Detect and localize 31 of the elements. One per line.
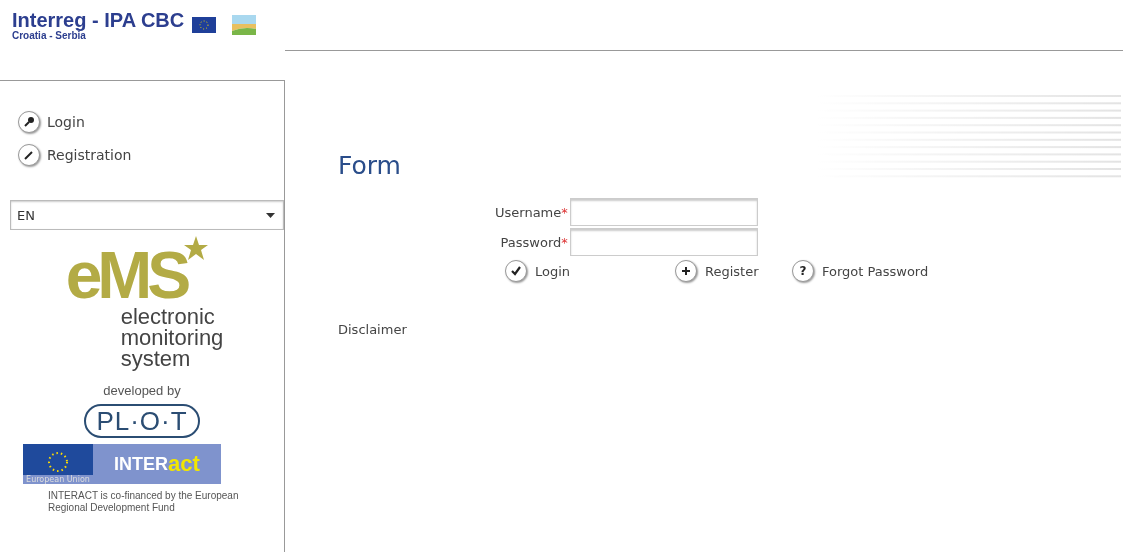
logo-tagline: electronic [120, 306, 216, 327]
landscape-flag-icon [232, 15, 257, 35]
pencil-icon [18, 143, 40, 166]
key-icon [18, 110, 40, 133]
action-link[interactable]: ? Forgot Password [792, 260, 952, 282]
logo-tagline: monitoring [120, 327, 224, 348]
form-title: Form [338, 151, 402, 180]
caret-icon [266, 212, 275, 218]
input-field[interactable] [569, 228, 758, 256]
eu-stars-icon [45, 449, 71, 475]
help-icon: ? [792, 260, 814, 282]
flag-caption: European Union [23, 475, 93, 484]
nav-link[interactable]: Login [18, 105, 284, 138]
developer-logo: PL·O·T [84, 404, 200, 438]
developed-by-text: developed by [103, 383, 181, 398]
brand-title: Interreg - IPA CBC [12, 9, 185, 30]
language-select[interactable]: EN [10, 200, 284, 230]
action-link[interactable]: Login [505, 260, 675, 282]
check-icon [505, 260, 527, 282]
field-label: Password* [499, 234, 569, 250]
logo-tagline: system [120, 348, 191, 369]
ems-logo: eMS [65, 244, 187, 306]
cofinance-note: INTERACT is co-financed by the European Regional Development Fund [48, 490, 240, 514]
action-link[interactable]: Register [675, 260, 792, 282]
plus-icon [675, 260, 697, 282]
input-field[interactable] [569, 198, 758, 226]
nav-link[interactable]: Registration [18, 138, 284, 171]
eu-flag-icon [192, 17, 217, 33]
interact-logo: INTERact [113, 450, 201, 478]
disclaimer-link[interactable]: Disclaimer [338, 322, 1123, 337]
field-label: Username* [495, 204, 569, 220]
